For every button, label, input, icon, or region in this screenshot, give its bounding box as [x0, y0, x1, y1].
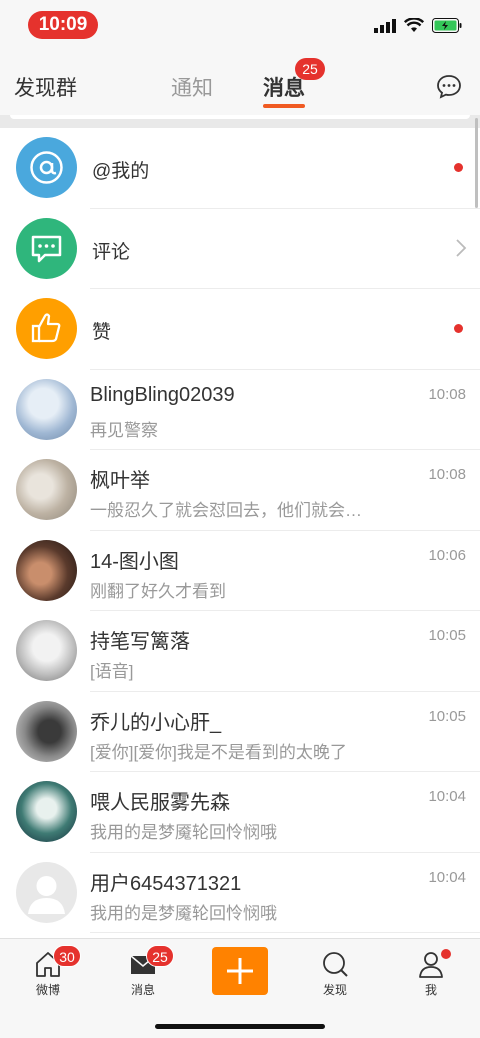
active-tab-underline [263, 104, 305, 108]
new-chat-icon[interactable] [436, 74, 462, 100]
conversation-time: 10:04 [428, 788, 466, 805]
conversation-preview: 我用的是梦魇轮回怜悯哦 [90, 823, 277, 842]
discover-groups-link[interactable]: 发现群 [14, 72, 77, 102]
tab-label: 发现 [322, 983, 347, 997]
conversation-name: 持笔写篱落 [90, 631, 190, 653]
default-avatar [16, 861, 77, 923]
top-nav: 发现群 通知 消息 25 [0, 50, 480, 115]
conversation-time: 10:08 [428, 385, 466, 403]
conversation-row[interactable]: 14-图小图 刚翻了好久才看到 10:06 [0, 531, 480, 611]
tab-me[interactable]: 我 [396, 949, 466, 998]
conversation-time: 10:04 [428, 868, 466, 886]
conversation-name: 14-图小图 [90, 550, 179, 573]
tab-weibo-home[interactable]: 微博 30 [13, 945, 83, 998]
tab-notifications[interactable]: 通知 [171, 72, 213, 102]
conversation-row[interactable]: 喂人民服雾先森 我用的是梦魇轮回怜悯哦 10:04 [0, 772, 480, 853]
comments-row[interactable]: 评论 [0, 209, 480, 289]
user-avatar [16, 781, 77, 842]
unread-dot [454, 324, 463, 333]
conversation-name: 乔儿的小心肝_ [90, 711, 222, 734]
default-user-icon [28, 875, 65, 914]
conversation-preview: [语音] [90, 662, 134, 681]
tab-messages-bottom[interactable]: 消息 25 [108, 945, 178, 998]
comments-avatar [16, 217, 77, 279]
conversation-row[interactable]: BlingBling02039 再见警察 10:08 [0, 370, 480, 450]
likes-row[interactable]: 赞 [0, 289, 480, 370]
conversation-preview: 刚翻了好久才看到 [90, 581, 226, 601]
likes-label: 赞 [92, 322, 112, 343]
tab-label: 微博 [35, 983, 60, 997]
conversation-preview: 我用的是梦魇轮回怜悯哦 [90, 903, 277, 923]
home-badge: 30 [53, 945, 81, 967]
conversation-name: 用户6454371321 [90, 872, 242, 895]
conversation-preview: 一般忍久了就会怼回去，他们就会… [90, 501, 362, 520]
messages-badge: 25 [146, 945, 174, 967]
user-avatar [16, 459, 77, 520]
conversation-name: 喂人民服雾先森 [90, 792, 230, 814]
conversation-name: BlingBling02039 [90, 383, 235, 406]
conversation-row[interactable]: 乔儿的小心肝_ [爱你][爱你]我是不是看到的太晚了 10:05 [0, 692, 480, 772]
conversation-row[interactable]: 用户6454371321 我用的是梦魇轮回怜悯哦 10:04 [0, 853, 480, 933]
battery-charging-icon [432, 18, 462, 33]
tab-label: 我 [424, 983, 437, 997]
profile-unread-dot [441, 949, 451, 959]
messages-tab-badge: 25 [295, 58, 325, 80]
cellular-signal-icon [374, 18, 396, 33]
search-icon [323, 952, 348, 977]
mentions-avatar [16, 137, 77, 198]
comments-label: 评论 [92, 241, 131, 263]
home-indicator[interactable] [155, 1024, 325, 1029]
mentions-label: @我的 [92, 161, 150, 182]
conversation-preview: 再见警察 [90, 420, 158, 440]
conversation-time: 10:05 [428, 707, 466, 725]
likes-avatar [16, 298, 77, 359]
tab-label: 消息 [130, 983, 155, 997]
user-avatar [16, 620, 77, 681]
user-avatar [16, 378, 77, 440]
comment-icon [31, 235, 62, 262]
tab-discover[interactable]: 发现 [300, 949, 370, 998]
scrollbar[interactable] [475, 118, 478, 208]
conversation-time: 10:08 [428, 466, 466, 483]
conversation-name: 枫叶举 [90, 470, 150, 492]
thumbs-up-icon [31, 313, 61, 343]
plus-icon [227, 958, 253, 984]
compose-button[interactable] [212, 947, 268, 995]
mentions-row[interactable]: @我的 [0, 128, 480, 209]
conversation-preview: [爱你][爱你]我是不是看到的太晚了 [90, 742, 347, 762]
chevron-right-icon [456, 238, 467, 257]
conversation-time: 10:05 [428, 627, 466, 644]
bottom-tab-bar: 微博 30 消息 25 发现 我 [0, 938, 480, 1038]
user-avatar [16, 700, 77, 762]
status-bar: 10:09 [0, 0, 480, 50]
wifi-icon [404, 18, 424, 32]
user-avatar [16, 539, 77, 601]
conversation-row[interactable]: 枫叶举 一般忍久了就会怼回去，他们就会… 10:08 [0, 450, 480, 531]
conversation-time: 10:06 [428, 546, 466, 564]
search-bar-edge [0, 115, 480, 128]
message-list[interactable]: @我的 评论 赞 BlingBling02039 再见警察 10:08 枫叶举 … [0, 128, 480, 938]
conversation-row[interactable]: 持笔写篱落 [语音] 10:05 [0, 611, 480, 692]
system-icons [374, 18, 462, 33]
status-time: 10:09 [28, 11, 98, 39]
at-icon [30, 151, 63, 184]
unread-dot [454, 163, 463, 172]
